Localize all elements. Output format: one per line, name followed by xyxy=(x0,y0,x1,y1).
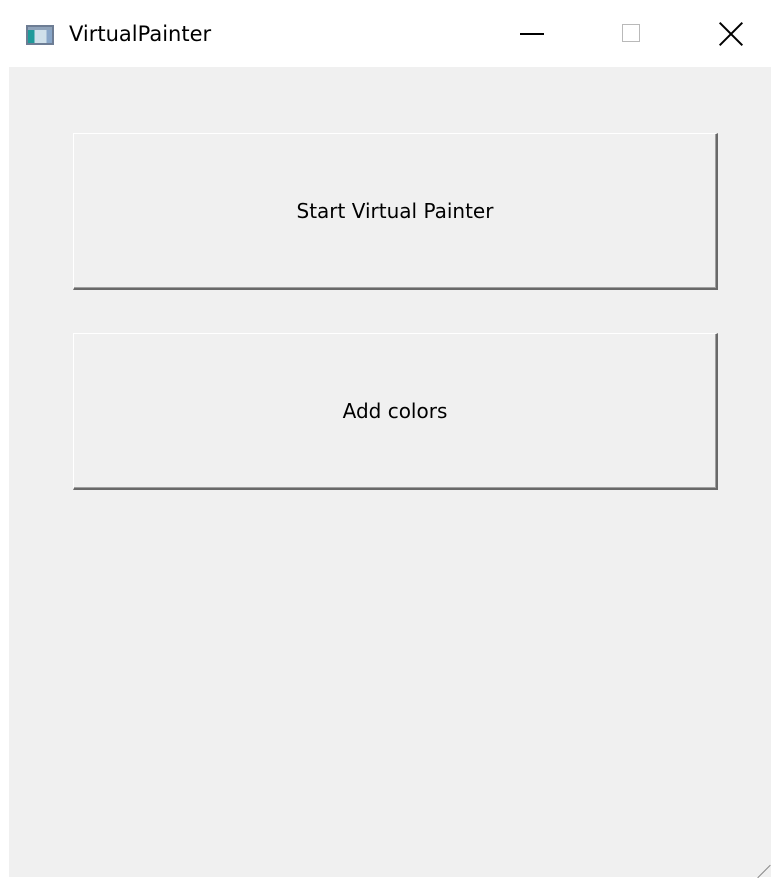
close-button[interactable] xyxy=(694,0,764,67)
start-virtual-painter-label: Start Virtual Painter xyxy=(296,199,494,223)
title-bar[interactable]: VirtualPainter xyxy=(9,0,771,67)
resize-grip-icon[interactable] xyxy=(757,863,771,877)
minimize-button[interactable] xyxy=(498,0,568,67)
maximize-button[interactable] xyxy=(598,0,668,67)
add-colors-button[interactable]: Add colors xyxy=(73,333,718,490)
maximize-icon xyxy=(622,24,640,42)
minimize-icon xyxy=(520,33,544,35)
app-window: VirtualPainter Start Virtual Painter Add… xyxy=(9,0,771,877)
add-colors-label: Add colors xyxy=(342,399,448,423)
close-icon xyxy=(718,21,744,47)
start-virtual-painter-button[interactable]: Start Virtual Painter xyxy=(73,133,718,290)
window-title: VirtualPainter xyxy=(69,22,212,46)
app-window-icon xyxy=(26,25,54,45)
